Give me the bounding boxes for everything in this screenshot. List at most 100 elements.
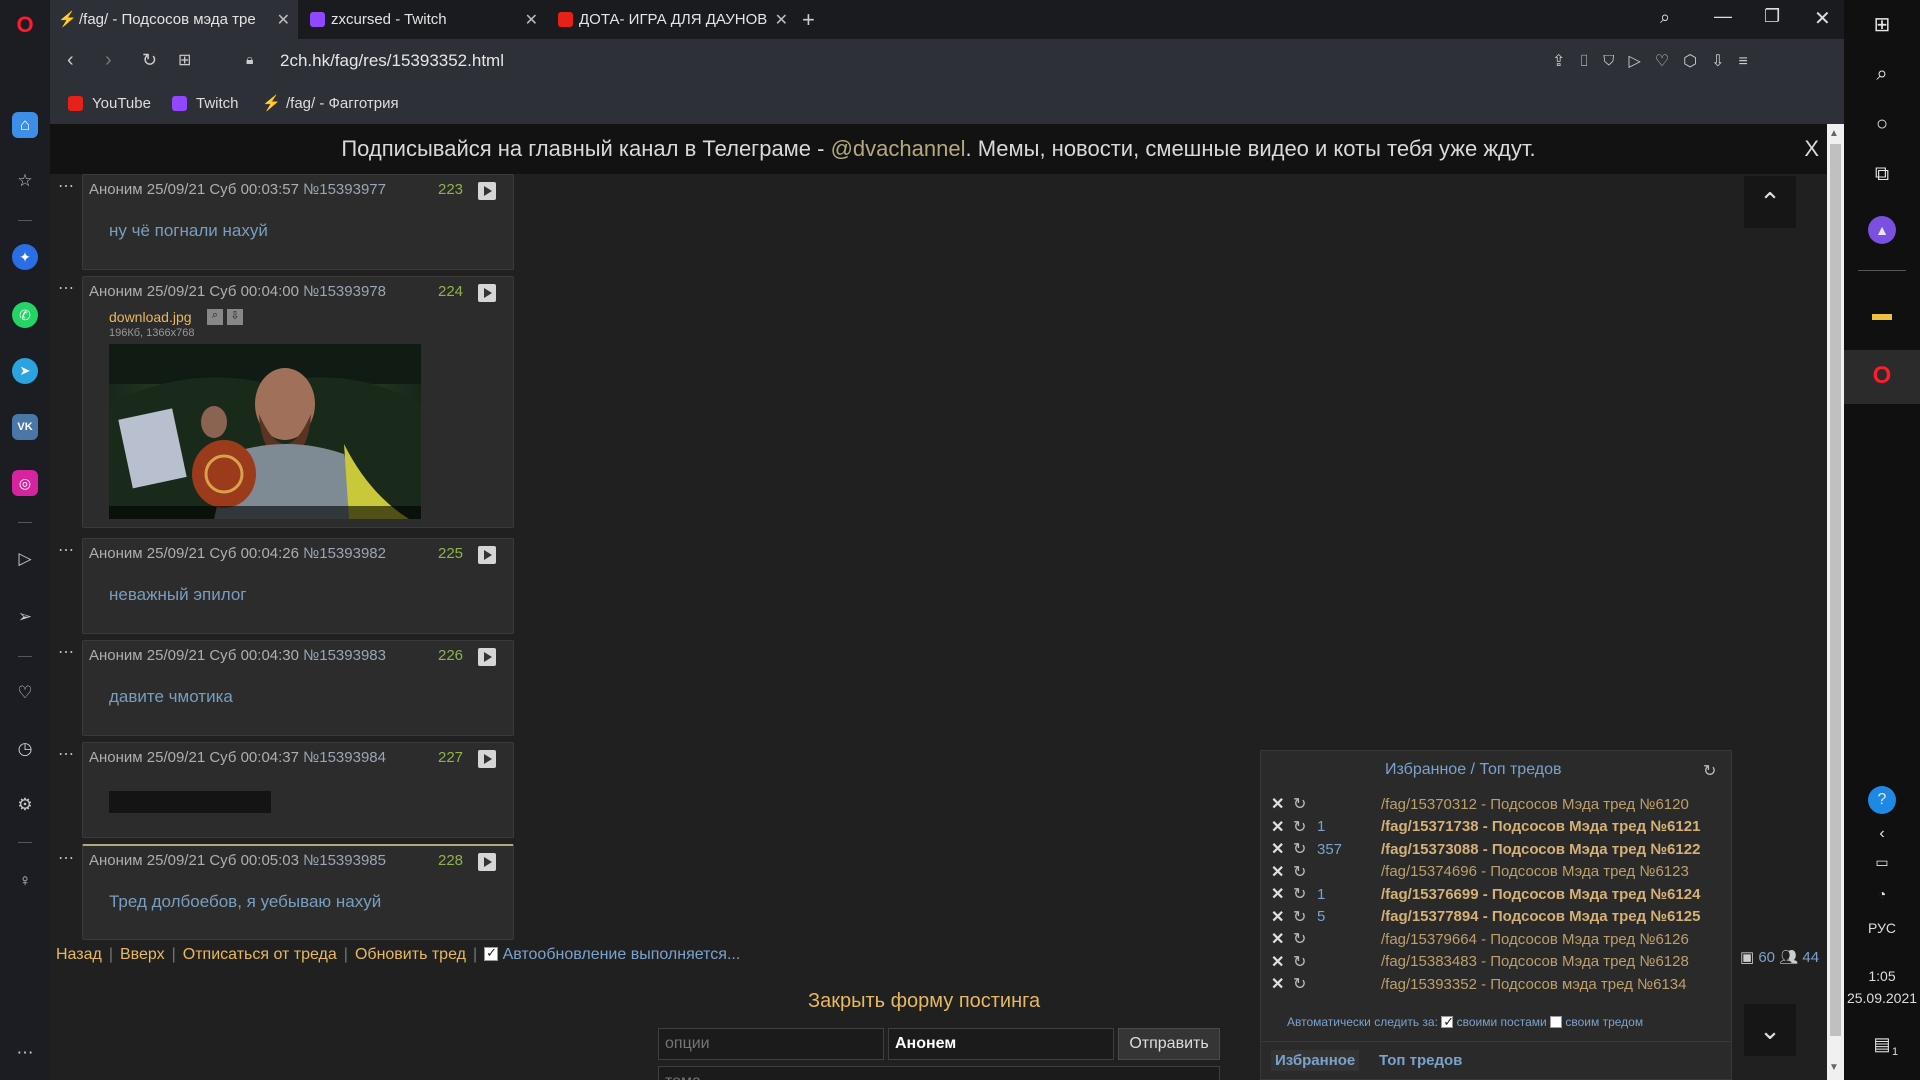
follow-own-posts-checkbox[interactable] [1441,1014,1454,1030]
post-menu-icon[interactable]: ⋯ [58,848,75,868]
restore-button[interactable]: ❐ [1764,6,1780,27]
scrollbar[interactable]: ▲ ▼ [1827,124,1844,1080]
scroll-down-button[interactable]: ⌄ [1744,1004,1796,1056]
player-icon[interactable]: ▷ [12,546,38,572]
favorite-thread-row[interactable]: ✕ ↻ 1/fag/15376699 - Подсосов Мэда тред №6… [1271,883,1700,905]
language-indicator[interactable]: РУС [1844,920,1920,936]
up-link[interactable]: Вверх [120,946,165,963]
favorite-thread-link[interactable]: /fag/15377894 - Подсосов Мэда тред №6125 [1381,908,1700,925]
favorite-thread-row[interactable]: ✕ ↻ /fag/15370312 - Подсосов Мэда тред №61… [1271,793,1689,815]
refresh-icon[interactable]: ↻ [1293,929,1317,949]
play-icon[interactable] [478,750,496,768]
tab-favorites[interactable]: Избранное [1271,1050,1360,1071]
name-input[interactable]: Анонем [888,1028,1114,1060]
heart-icon[interactable]: ♡ [12,680,38,706]
close-tab-icon[interactable]: ✕ [525,10,538,30]
favorite-thread-row[interactable]: ✕ ↻ /fag/15379664 - Подсосов Мэда тред №61… [1271,928,1689,950]
autoupdate-checkbox[interactable] [484,945,499,961]
post-menu-icon[interactable]: ⋯ [58,642,75,662]
search-image-icon[interactable]: ⌕ [207,309,223,325]
opera-taskbar-icon[interactable]: O [1868,362,1896,390]
play-icon[interactable] [478,648,496,666]
banner-close-button[interactable]: X [1804,124,1819,174]
refresh-icon[interactable]: ↻ [1293,817,1317,837]
forward-button[interactable]: › [105,49,112,72]
tabs-overview-icon[interactable]: ⊞ [178,50,191,70]
post-menu-icon[interactable]: ⋯ [58,176,75,196]
dvachannel-link[interactable]: @dvachannel [831,136,966,161]
tab-top-threads[interactable]: Топ тредов [1373,1050,1468,1071]
options-input[interactable] [658,1028,884,1060]
close-window-button[interactable]: ✕ [1814,6,1831,31]
address-toolbar-icons[interactable]: ⇪⌷⛉▷♡⬡⇩≡ [1552,51,1762,71]
favorite-thread-row[interactable]: ✕ ↻ /fag/15393352 - Подсосов мэда тред №61… [1271,973,1686,995]
favorites-title-link[interactable]: Избранное [1385,761,1466,778]
post-menu-icon[interactable]: ⋯ [58,278,75,298]
refresh-icon[interactable]: ↻ [1293,907,1317,927]
file-name-link[interactable]: download.jpg [109,309,192,325]
bookmark-twitch[interactable]: Twitch [172,95,239,112]
tab-youtube[interactable]: ДОТА- ИГРА ДЛЯ ДАУНОВ ✕ [550,0,796,39]
favorite-thread-link[interactable]: /fag/15379664 - Подсосов Мэда тред №6126 [1381,931,1689,948]
post-menu-icon[interactable]: ⋯ [58,744,75,764]
alice-icon[interactable]: ▲ [1868,216,1896,244]
flow-icon[interactable]: ➢ [12,604,38,630]
refresh-icon[interactable]: ↻ [1293,952,1317,972]
task-view-icon[interactable]: ⧉ [1868,160,1896,188]
refresh-thread-link[interactable]: Обновить тред [355,946,466,963]
follow-own-thread-checkbox[interactable] [1550,1016,1563,1028]
refresh-icon[interactable]: ↻ [1293,974,1317,994]
tab-2ch[interactable]: ⚡ /fag/ - Подсосов мэда тре ✕ [50,0,298,39]
clock-date[interactable]: 25.09.2021 [1844,990,1920,1006]
search-tabs-icon[interactable]: ⌕ [1660,7,1670,28]
favorite-thread-row[interactable]: ✕ ↻ /fag/15374696 - Подсосов Мэда тред №61… [1271,861,1689,883]
new-tab-button[interactable]: + [802,7,815,33]
submit-button[interactable]: Отправить [1118,1028,1220,1060]
settings-icon[interactable]: ⚙ [12,792,38,818]
favorite-thread-link[interactable]: /fag/15373088 - Подсосов Мэда тред №6122 [1381,841,1700,858]
play-icon[interactable] [478,546,496,564]
remove-icon[interactable]: ✕ [1271,929,1293,949]
top-threads-title-link[interactable]: Топ тредов [1479,761,1561,778]
post-image-thumbnail[interactable] [109,344,421,519]
refresh-icon[interactable]: ↻ [1293,839,1317,859]
back-button[interactable]: ‹ [67,49,74,72]
star-icon[interactable]: ☆ [12,168,38,194]
battery-icon[interactable]: ▭ [1868,848,1896,876]
bookmark-fag[interactable]: ⚡/fag/ - Фагготрия [262,95,399,112]
remove-icon[interactable]: ✕ [1271,974,1293,994]
url-field[interactable]: 2ch.hk/fag/res/15393352.html [280,51,504,71]
windows-start-icon[interactable]: ⊞ [1868,10,1896,38]
favorite-thread-link[interactable]: /fag/15370312 - Подсосов Мэда тред №6120 [1381,796,1689,813]
refresh-favorites-icon[interactable]: ↻ [1703,761,1716,781]
remove-icon[interactable]: ✕ [1271,817,1293,837]
search-icon[interactable]: ⌕ [1868,60,1896,88]
refresh-icon[interactable]: ↻ [1293,794,1317,814]
cortana-icon[interactable]: ○ [1868,110,1896,138]
bookmark-youtube[interactable]: YouTube [68,95,151,112]
opera-logo-icon[interactable]: O [12,12,38,38]
reload-button[interactable]: ↻ [142,50,157,71]
close-post-form-link[interactable]: Закрыть форму постинга [808,990,1040,1013]
more-icon[interactable]: ⋯ [12,1040,38,1066]
remove-icon[interactable]: ✕ [1271,839,1293,859]
messenger-icon[interactable]: ✦ [12,244,38,270]
favorite-thread-row[interactable]: ✕ ↻ 357/fag/15373088 - Подсосов Мэда тред … [1271,838,1700,860]
scroll-down-arrow-icon[interactable]: ▼ [1829,1062,1839,1073]
spoiler-block[interactable] [109,791,271,813]
favorite-thread-row[interactable]: ✕ ↻ /fag/15383483 - Подсосов Мэда тред №61… [1271,951,1689,973]
favorite-thread-link[interactable]: /fag/15376699 - Подсосов Мэда тред №6124 [1381,886,1700,903]
subject-input[interactable] [658,1066,1220,1080]
back-link[interactable]: Назад [56,946,102,963]
favorite-thread-link[interactable]: /fag/15374696 - Подсосов Мэда тред №6123 [1381,863,1689,880]
favorite-thread-row[interactable]: ✕ ↻ 1/fag/15371738 - Подсосов Мэда тред №6… [1271,816,1700,838]
scrollbar-thumb[interactable] [1830,144,1841,1036]
help-icon[interactable]: ? [1868,786,1896,814]
whatsapp-icon[interactable]: ✆ [12,302,38,328]
remove-icon[interactable]: ✕ [1271,862,1293,882]
show-hidden-icons[interactable]: ‹ [1868,820,1896,848]
history-icon[interactable]: ◷ [12,736,38,762]
telegram-icon[interactable]: ➤ [12,358,38,384]
instagram-icon[interactable]: ◎ [12,470,38,496]
play-icon[interactable] [478,182,496,200]
